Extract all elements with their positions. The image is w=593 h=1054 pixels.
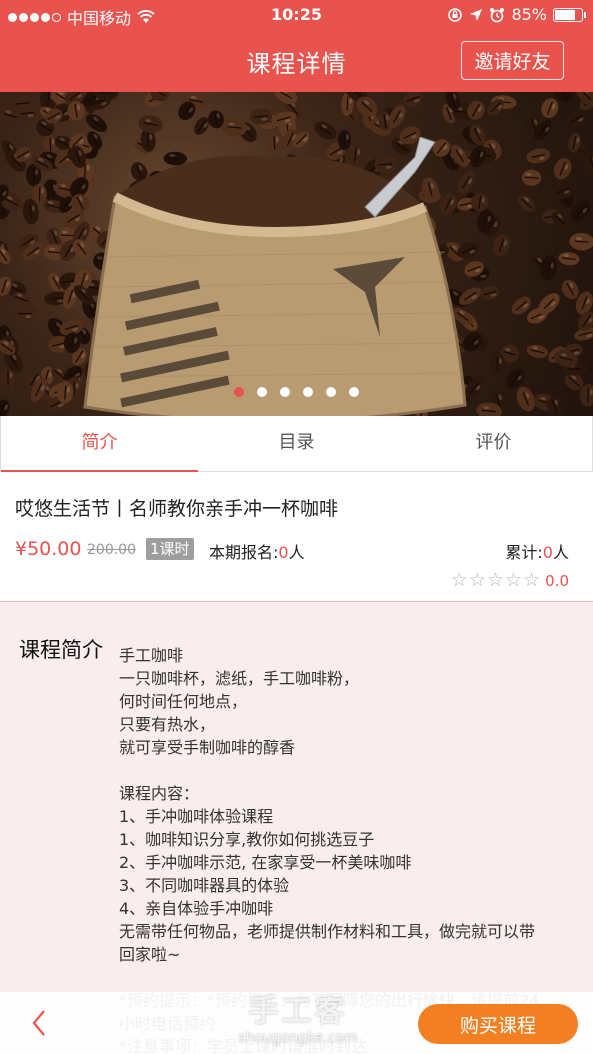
carousel-dot[interactable] (303, 387, 313, 397)
star-icon: ☆ (468, 569, 486, 591)
tab-intro[interactable]: 简介 (1, 416, 198, 472)
description-line: 何时间任何地点， (119, 692, 248, 711)
battery-icon (553, 7, 586, 22)
total-count: 累计:0人 (505, 539, 569, 563)
enroll-label: 本期报名: (209, 543, 279, 562)
description-line: 课程内容： (119, 784, 200, 803)
star-icon: ☆ (486, 569, 504, 591)
rotation-lock-icon (448, 7, 463, 22)
star-icon: ☆ (522, 569, 540, 591)
status-bar: 中国移动 10:25 85% (0, 0, 593, 30)
location-arrow-icon (470, 8, 483, 21)
tab-bar: 简介 目录 评价 (0, 416, 593, 472)
enroll-unit: 人 (288, 543, 305, 562)
description-line: 只要有热水， (119, 715, 216, 734)
description-line: 4、亲自体验手冲咖啡 (119, 899, 274, 918)
watermark-logo: 手工客 shougongke.com (228, 986, 368, 1052)
invite-friends-button[interactable]: 邀请好友 (461, 41, 564, 80)
carousel-dot[interactable] (326, 387, 336, 397)
description-line: 3、不同咖啡器具的体验 (119, 876, 290, 895)
enrollment-count: 本期报名:0人 (209, 539, 305, 563)
coffee-sack-image (83, 137, 467, 416)
carousel-dot[interactable] (349, 387, 359, 397)
lesson-count-badge: 1课时 (146, 538, 194, 560)
back-arrow-icon[interactable] (26, 1006, 54, 1040)
total-unit: 人 (552, 543, 569, 562)
tab-reviews[interactable]: 评价 (395, 416, 592, 471)
star-icon: ☆ (450, 569, 468, 591)
course-info: 哎悠生活节丨名师教你亲手冲一杯咖啡 ¥50.00 200.00 1课时 本期报名… (0, 472, 593, 602)
description-line: 无需带任何物品，老师提供制作材料和工具，做完就可以带 (119, 922, 536, 941)
carousel-dot[interactable] (234, 387, 244, 397)
watermark-main: 手工客 (248, 994, 348, 1029)
status-right: 85% (447, 5, 586, 24)
star-icon: ☆ (504, 569, 522, 591)
buy-course-button[interactable]: 购买课程 (418, 1004, 578, 1044)
description-line: 2、手冲咖啡示范, 在家享受一杯美味咖啡 (119, 853, 412, 872)
total-number: 0 (542, 543, 553, 562)
carousel-indicator[interactable] (0, 387, 593, 397)
description-heading: 课程简介 (19, 638, 103, 662)
original-price: 200.00 (87, 542, 136, 558)
description-line: 回家啦~ (119, 945, 181, 964)
description-line: 一只咖啡杯，滤纸，手工咖啡粉， (119, 669, 360, 688)
rating-stars: ☆ ☆ ☆ ☆ ☆ (451, 569, 540, 591)
alarm-icon (490, 7, 505, 22)
enroll-number: 0 (278, 543, 289, 562)
description-line (119, 759, 579, 782)
description-line: 就可享受手制咖啡的醇香 (119, 738, 296, 757)
battery-percent: 85% (511, 5, 547, 24)
carousel-dot[interactable] (257, 387, 267, 397)
watermark-sub: shougongke.com (238, 1030, 358, 1046)
tab-catalog[interactable]: 目录 (198, 416, 395, 471)
description-line: 1、手冲咖啡体验课程 (119, 807, 274, 826)
rating-score: 0.0 (545, 572, 569, 590)
description-line: 1、咖啡知识分享,教你如何挑选豆子 (119, 830, 375, 849)
total-label: 累计: (505, 543, 543, 562)
nav-bar: 课程详情 邀请好友 (0, 30, 593, 92)
description-line: 手工咖啡 (119, 646, 184, 665)
course-price: ¥50.00 (15, 538, 82, 560)
banner-carousel[interactable] (0, 92, 593, 416)
course-title: 哎悠生活节丨名师教你亲手冲一杯咖啡 (15, 498, 339, 520)
carousel-dot[interactable] (280, 387, 290, 397)
